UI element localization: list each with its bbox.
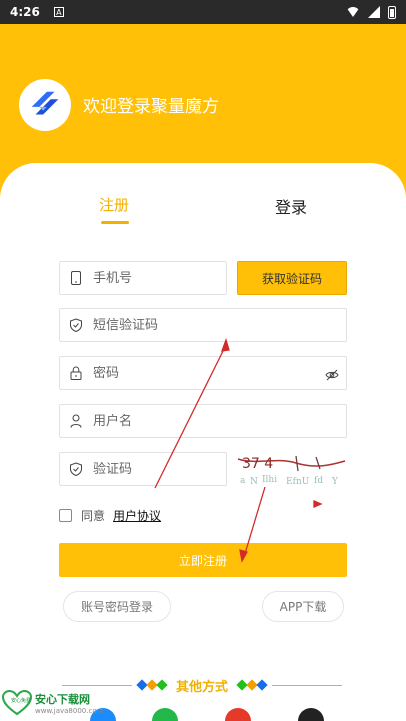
app-logo bbox=[19, 79, 71, 131]
user-icon bbox=[69, 414, 83, 428]
diamond-decor-left bbox=[136, 679, 168, 691]
sms-code-field[interactable] bbox=[59, 308, 347, 342]
agree-checkbox[interactable] bbox=[59, 509, 72, 522]
eye-hidden-icon[interactable] bbox=[325, 367, 339, 381]
agree-prefix: 同意 bbox=[81, 509, 106, 523]
heart-logo-icon: 安心免费 bbox=[2, 690, 32, 716]
password-input[interactable] bbox=[93, 365, 346, 381]
user-agreement-link[interactable]: 用户协议 bbox=[113, 507, 161, 524]
tab-login[interactable]: 登录 bbox=[275, 194, 307, 218]
sms-code-input[interactable] bbox=[93, 317, 346, 333]
diamond-decor-right bbox=[236, 679, 268, 691]
watermark-title: 安心下载网 bbox=[35, 693, 90, 706]
status-bar: 4:26 A bbox=[0, 0, 406, 24]
lock-icon bbox=[69, 366, 83, 380]
other-methods-divider: 其他方式 bbox=[62, 676, 343, 695]
svg-text:fd: fd bbox=[314, 476, 323, 486]
battery-icon bbox=[388, 5, 396, 19]
juliang-logo-icon bbox=[31, 91, 59, 115]
username-field[interactable] bbox=[59, 404, 347, 438]
form-card bbox=[0, 163, 406, 721]
svg-text:Y: Y bbox=[331, 477, 339, 487]
watermark-url: www.java8000.com bbox=[35, 707, 104, 715]
phone-field[interactable] bbox=[59, 261, 263, 295]
account-login-button[interactable]: 账号密码登录 bbox=[63, 591, 171, 622]
captcha-chars: 37 4 bbox=[242, 456, 273, 472]
tab-active-indicator bbox=[101, 221, 129, 224]
svg-text:EfnU: EfnU bbox=[286, 477, 310, 487]
get-code-button[interactable]: 获取验证码 bbox=[237, 261, 347, 295]
svg-text:Ilhi: Ilhi bbox=[262, 475, 277, 485]
tab-register[interactable]: 注册 bbox=[99, 194, 129, 215]
site-watermark: 安心免费 安心下载网 www.java8000.com bbox=[2, 690, 103, 716]
signal-icon bbox=[368, 6, 380, 18]
captcha-image[interactable]: a N Ilhi EfnU fd Y 37 4 bbox=[236, 451, 347, 487]
username-input[interactable] bbox=[93, 413, 346, 429]
captcha-field[interactable] bbox=[59, 452, 263, 486]
register-button[interactable]: 立即注册 bbox=[59, 543, 347, 577]
app-download-button[interactable]: APP下载 bbox=[262, 591, 344, 622]
other-methods-label: 其他方式 bbox=[176, 679, 229, 695]
divider-line bbox=[62, 684, 132, 686]
password-field[interactable] bbox=[59, 356, 347, 390]
svg-text:N: N bbox=[250, 477, 258, 487]
wifi-icon bbox=[346, 7, 360, 17]
svg-text:a: a bbox=[240, 476, 246, 486]
shield-icon bbox=[69, 462, 83, 476]
watermark-badge: 安心免费 bbox=[11, 697, 31, 704]
notification-icon: A bbox=[53, 7, 64, 17]
agreement-row: 同意 用户协议 bbox=[59, 507, 161, 524]
welcome-title: 欢迎登录聚量魔方 bbox=[83, 97, 219, 117]
phone-icon bbox=[69, 271, 83, 285]
shield-icon bbox=[69, 318, 83, 332]
status-time: 4:26 bbox=[10, 5, 40, 19]
divider-line bbox=[272, 684, 343, 686]
